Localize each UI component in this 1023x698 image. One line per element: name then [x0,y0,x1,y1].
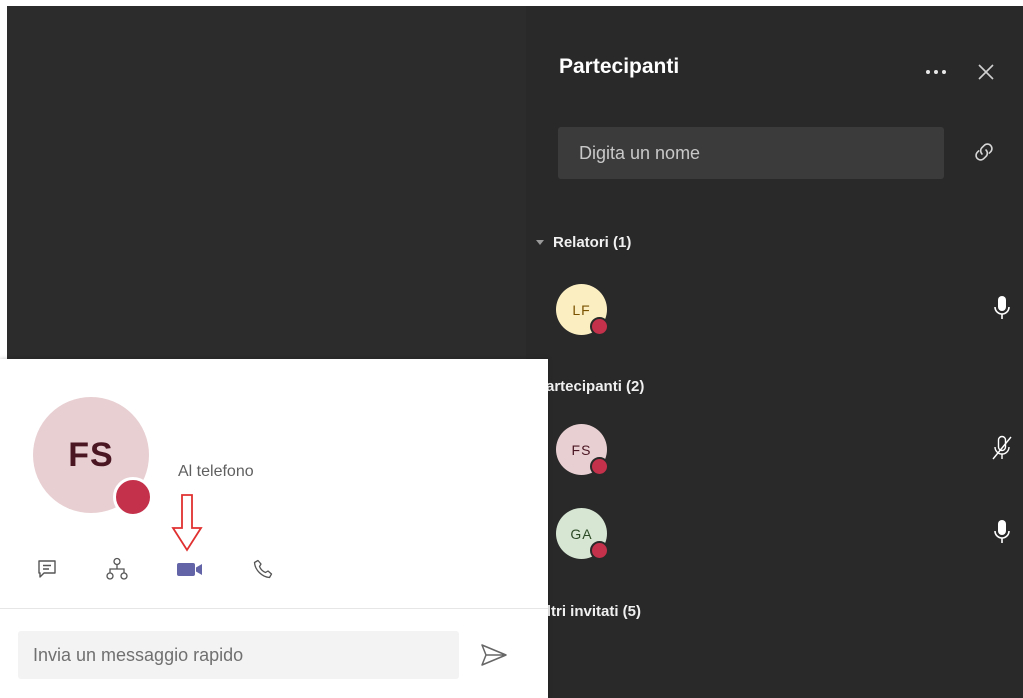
busy-status-badge [113,477,153,517]
contact-initials: FS [68,435,114,474]
video-camera-icon [177,563,202,576]
busy-status-badge [590,457,609,476]
video-call-button[interactable] [174,553,206,585]
section-label: Altri invitati (5) [536,603,642,620]
participant-row[interactable]: FS [556,422,1016,478]
quick-message-input[interactable] [31,643,455,667]
avatar-initials: FS [571,441,592,458]
org-chart-icon [106,557,128,580]
section-label: Partecipanti (2) [536,378,645,395]
link-icon[interactable] [971,139,997,165]
search-field[interactable] [558,127,944,179]
phone-icon [253,559,273,579]
section-presenters[interactable]: Relatori (1) [536,234,631,251]
chat-icon [38,560,56,578]
contact-card: FS Al telefono [0,359,548,698]
more-options-button[interactable] [918,58,954,86]
search-input[interactable] [577,141,921,165]
section-label: Relatori (1) [553,234,632,251]
microphone-muted-icon[interactable] [990,434,1014,464]
quick-message-field[interactable] [18,631,459,679]
section-attendees[interactable]: Partecipanti (2) [536,378,644,395]
collapse-caret-icon [536,240,544,245]
section-other-invitees[interactable]: Altri invitati (5) [536,603,641,620]
participants-panel: Partecipanti Relatori (1) LF [526,6,1023,698]
send-icon[interactable] [478,641,510,669]
close-icon[interactable] [974,60,998,84]
busy-status-badge [590,317,609,336]
microphone-icon[interactable] [990,518,1014,548]
audio-call-button[interactable] [247,553,279,585]
chat-button[interactable] [31,553,63,585]
panel-title: Partecipanti [559,55,680,78]
more-dot [942,70,946,74]
more-dot [934,70,938,74]
avatar: LF [556,284,609,336]
divider [0,608,548,609]
org-chart-button[interactable] [101,553,133,585]
avatar-initials: LF [572,301,591,318]
more-dot [926,70,930,74]
avatar: GA [556,508,609,560]
contact-status: Al telefono [178,463,254,480]
participant-row[interactable]: GA [556,506,1016,562]
avatar: FS [556,424,609,476]
busy-status-badge [590,541,609,560]
arrow-down-icon [171,494,203,552]
microphone-icon[interactable] [990,294,1014,324]
avatar-initials: GA [570,525,593,542]
participant-row[interactable]: LF [556,282,1016,338]
